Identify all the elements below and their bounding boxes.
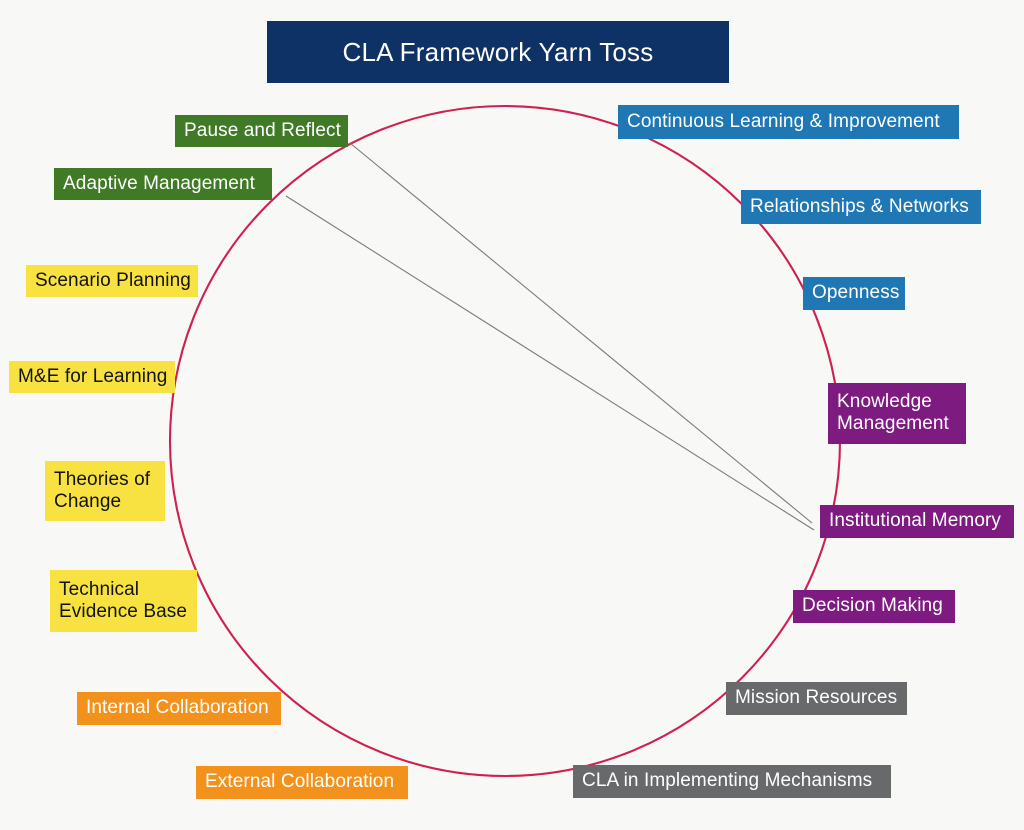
node-label: Pause and Reflect — [184, 119, 341, 141]
node-pause-and-reflect[interactable]: Pause and Reflect — [175, 115, 348, 147]
yarn-toss-circle — [168, 104, 842, 778]
node-label: Mission Resources — [735, 687, 898, 709]
node-label: Change — [54, 490, 122, 512]
node-continuous-learning-and-improvement[interactable]: Continuous Learning & Improvement — [618, 105, 959, 139]
node-label: Continuous Learning & Improvement — [627, 110, 940, 132]
node-theories-of-change[interactable]: Theories of Change — [45, 461, 165, 521]
node-label: Internal Collaboration — [86, 697, 269, 719]
node-external-collaboration[interactable]: External Collaboration — [196, 766, 408, 799]
node-label: Technical — [59, 578, 140, 600]
node-scenario-planning[interactable]: Scenario Planning — [26, 265, 198, 297]
node-label: Institutional Memory — [829, 510, 1002, 532]
node-knowledge-management[interactable]: Knowledge Management — [828, 383, 966, 444]
diagram-canvas: CLA Framework Yarn Toss Pause and Reflec… — [0, 0, 1024, 830]
node-label: M&E for Learning — [18, 365, 168, 387]
node-label: Relationships & Networks — [750, 195, 969, 217]
node-label: Theories of — [54, 468, 151, 490]
node-decision-making[interactable]: Decision Making — [793, 590, 955, 623]
node-openness[interactable]: Openness — [803, 277, 905, 310]
node-cla-in-implementing-mechanisms[interactable]: CLA in Implementing Mechanisms — [573, 765, 891, 798]
page-title-text: CLA Framework Yarn Toss — [342, 36, 654, 67]
node-relationships-and-networks[interactable]: Relationships & Networks — [741, 190, 981, 224]
node-mission-resources[interactable]: Mission Resources — [726, 682, 907, 715]
node-label: Scenario Planning — [35, 269, 191, 291]
page-title: CLA Framework Yarn Toss — [267, 21, 729, 83]
node-technical-evidence-base[interactable]: Technical Evidence Base — [50, 570, 197, 632]
node-label: CLA in Implementing Mechanisms — [582, 770, 873, 792]
connection-line — [285, 195, 815, 531]
node-label: External Collaboration — [205, 771, 395, 793]
node-internal-collaboration[interactable]: Internal Collaboration — [77, 692, 281, 725]
node-label: Decision Making — [802, 595, 943, 617]
connection-lines — [285, 142, 815, 531]
node-label: Openness — [812, 282, 900, 304]
node-label: Knowledge — [837, 391, 932, 413]
node-m-and-e-for-learning[interactable]: M&E for Learning — [9, 361, 175, 393]
node-adaptive-management[interactable]: Adaptive Management — [54, 168, 272, 200]
node-label: Evidence Base — [59, 600, 188, 622]
node-institutional-memory[interactable]: Institutional Memory — [820, 505, 1014, 538]
node-label: Management — [837, 413, 949, 434]
node-label: Adaptive Management — [63, 172, 256, 194]
